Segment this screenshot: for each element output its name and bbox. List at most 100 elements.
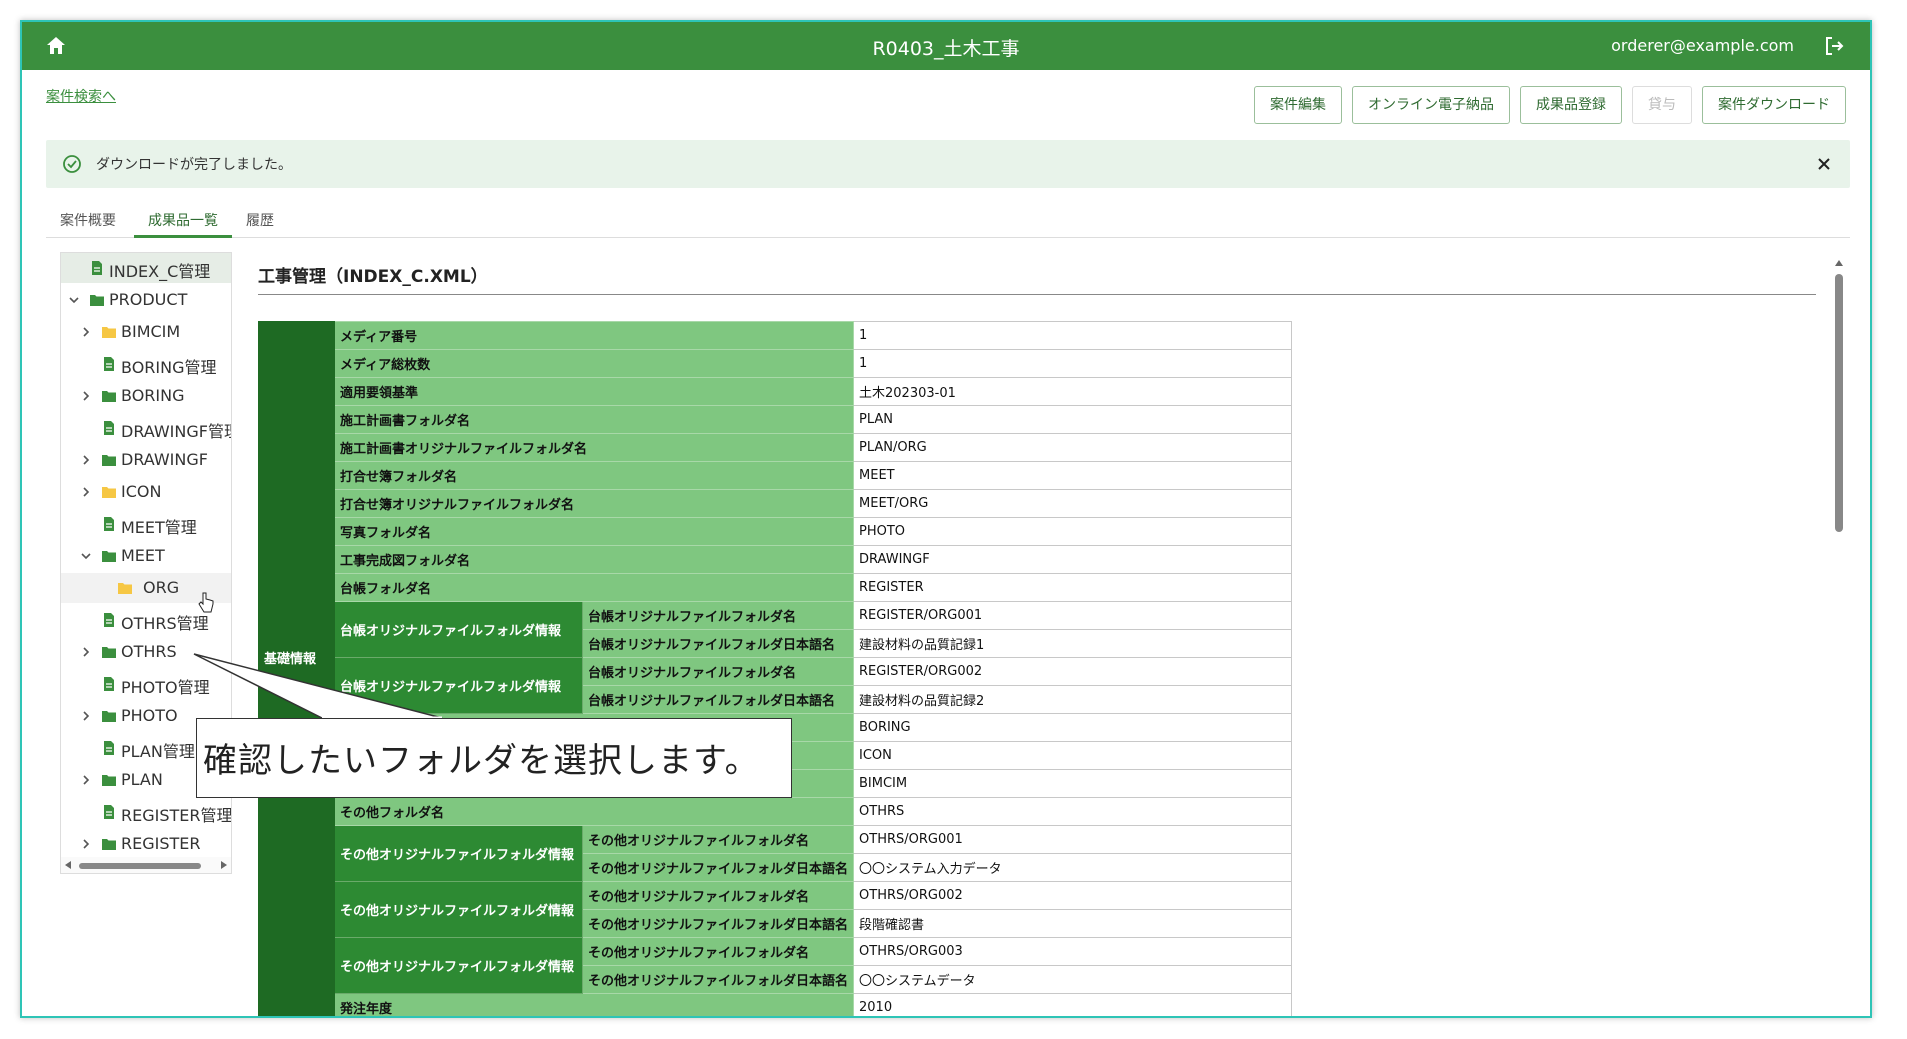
tree-item-register[interactable]: REGISTER [61, 829, 231, 859]
download-project-button[interactable]: 案件ダウンロード [1702, 86, 1846, 124]
tree-horizontal-scrollbar[interactable] [61, 857, 231, 873]
row-key: 台帳オリジナルファイルフォルダ日本語名 [581, 685, 855, 714]
table-row: 適用要領基準 土木202303-01 [259, 377, 1293, 406]
folder-icon [102, 487, 116, 498]
folder-icon [102, 839, 116, 850]
group-label [258, 993, 335, 1016]
close-icon[interactable] [1812, 152, 1836, 176]
chevron-right-icon[interactable] [79, 645, 93, 659]
file-icon [92, 261, 102, 275]
chevron-down-icon[interactable] [79, 549, 93, 563]
file-icon [104, 805, 114, 819]
chevron-right-icon[interactable] [79, 485, 93, 499]
row-value: OTHRS/ORG002 [853, 881, 1293, 910]
scroll-right-icon[interactable] [221, 861, 227, 869]
tree-item-boring[interactable]: BORING [61, 381, 231, 411]
file-icon [104, 517, 114, 531]
row-key: メディア番号 [333, 321, 855, 350]
title-divider [258, 294, 1816, 295]
tree-item-register-kanri[interactable]: REGISTER管理 [61, 797, 231, 827]
row-key: 発注年度 [333, 993, 855, 1016]
tree-item-drawingf-kanri[interactable]: DRAWINGF管理 [61, 413, 232, 443]
edit-project-button[interactable]: 案件編集 [1254, 86, 1342, 124]
row-key: 施工計画書フォルダ名 [333, 405, 855, 434]
table-row: その他フォルダ名 OTHRS [259, 797, 1293, 826]
row-value: 土木202303-01 [853, 377, 1293, 406]
row-value: BORING [853, 713, 1293, 742]
sub-group-label: その他オリジナルファイルフォルダ情報 [334, 881, 583, 938]
back-to-search-link[interactable]: 案件検索へ [46, 86, 116, 106]
tree-item-label: MEET [121, 546, 165, 565]
tree-item-label: BIMCIM [121, 322, 181, 341]
sub-group-label: その他オリジナルファイルフォルダ情報 [334, 825, 583, 882]
alert-message: ダウンロードが完了しました。 [96, 157, 292, 173]
tree-item-label: PHOTO [121, 706, 178, 725]
tree-item-bimcim[interactable]: BIMCIM [61, 317, 231, 347]
logout-icon[interactable] [1822, 34, 1846, 58]
chevron-right-icon[interactable] [79, 325, 93, 339]
register-deliverable-button[interactable]: 成果品登録 [1520, 86, 1622, 124]
scroll-left-icon[interactable] [65, 861, 71, 869]
row-value: PLAN/ORG [853, 433, 1293, 462]
tab-overview[interactable]: 案件概要 [46, 202, 130, 238]
row-value: 建設材料の品質記録1 [853, 629, 1293, 658]
sub-group-label: その他オリジナルファイルフォルダ情報 [334, 937, 583, 994]
tab-history[interactable]: 履歴 [232, 202, 288, 238]
tree-item-meet[interactable]: MEET [61, 541, 231, 571]
chevron-right-icon[interactable] [79, 837, 93, 851]
content-vertical-scrollbar[interactable] [1832, 260, 1846, 1016]
project-title: R0403_土木工事 [872, 38, 1020, 60]
row-value: 2010 [853, 993, 1293, 1016]
table-row: その他オリジナルファイルフォルダ情報 その他オリジナルファイルフォルダ名 OTH… [259, 881, 1293, 938]
instruction-callout: 確認したいフォルダを選択します。 [196, 718, 792, 798]
row-value: 1 [853, 349, 1293, 378]
row-key: その他オリジナルファイルフォルダ日本語名 [581, 909, 855, 938]
folder-icon [102, 711, 116, 722]
success-alert: ダウンロードが完了しました。 [46, 140, 1850, 188]
scroll-thumb[interactable] [79, 863, 201, 869]
tree-item-label: OTHRS [121, 642, 177, 661]
chevron-right-icon[interactable] [79, 453, 93, 467]
file-icon [104, 613, 114, 627]
row-key: 台帳オリジナルファイルフォルダ名 [581, 657, 855, 686]
tree-item-boring-kanri[interactable]: BORING管理 [61, 349, 231, 379]
tree-item-label: DRAWINGF [121, 450, 208, 469]
row-value: DRAWINGF [853, 545, 1293, 574]
tree-item-icon[interactable]: ICON [61, 477, 231, 507]
table-row: 打合せ簿フォルダ名 MEET [259, 461, 1293, 490]
tree-item-label: ORG [143, 578, 180, 597]
tab-deliverables[interactable]: 成果品一覧 [134, 202, 232, 238]
action-toolbar: 案件編集 オンライン電子納品 成果品登録 貸与 案件ダウンロード [1254, 86, 1846, 124]
row-value: 〇〇システム入力データ [853, 853, 1293, 882]
row-value: REGISTER/ORG002 [853, 657, 1293, 686]
chevron-right-icon[interactable] [79, 389, 93, 403]
row-key: 施工計画書オリジナルファイルフォルダ名 [333, 433, 855, 462]
scroll-thumb[interactable] [1835, 274, 1843, 532]
row-key: 工事完成図フォルダ名 [333, 545, 855, 574]
grant-button[interactable]: 貸与 [1632, 86, 1692, 124]
tab-bar: 案件概要 成果品一覧 履歴 [46, 202, 1850, 238]
row-value: REGISTER [853, 573, 1293, 602]
row-key: 打合せ簿オリジナルファイルフォルダ名 [333, 489, 855, 518]
row-key: メディア総枚数 [333, 349, 855, 378]
table-row: 台帳オリジナルファイルフォルダ情報 台帳オリジナルファイルフォルダ名 REGIS… [259, 601, 1293, 658]
tree-item-label: OTHRS管理 [121, 614, 209, 633]
tree-item-label: PLAN [121, 770, 163, 789]
chevron-right-icon[interactable] [79, 773, 93, 787]
row-key: その他オリジナルファイルフォルダ名 [581, 825, 855, 854]
chevron-right-icon[interactable] [79, 709, 93, 723]
tree-item-label: MEET管理 [121, 518, 197, 537]
table-row: 写真フォルダ名 PHOTO [259, 517, 1293, 546]
tree-item-meet-kanri[interactable]: MEET管理 [61, 509, 231, 539]
tree-item-product[interactable]: PRODUCT [61, 285, 231, 315]
chevron-down-icon[interactable] [67, 293, 81, 307]
tree-item-index-c[interactable]: INDEX_C管理 [61, 253, 231, 283]
row-value: ICON [853, 741, 1293, 770]
row-value: PLAN [853, 405, 1293, 434]
row-value: OTHRS/ORG003 [853, 937, 1293, 966]
tree-item-label: DRAWINGF管理 [121, 422, 232, 441]
scroll-up-icon[interactable] [1835, 260, 1843, 266]
row-value: MEET/ORG [853, 489, 1293, 518]
online-delivery-button[interactable]: オンライン電子納品 [1352, 86, 1510, 124]
tree-item-drawingf[interactable]: DRAWINGF [61, 445, 231, 475]
